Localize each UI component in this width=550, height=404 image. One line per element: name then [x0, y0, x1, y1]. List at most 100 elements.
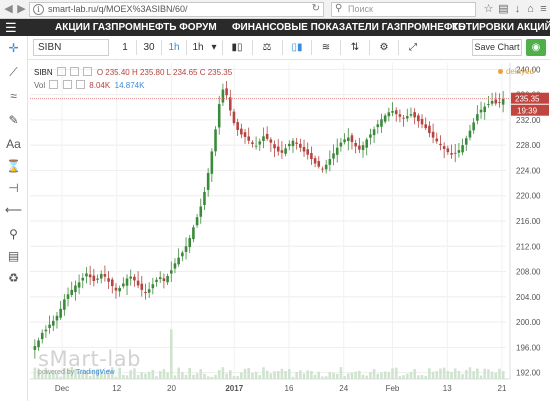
- reload-icon[interactable]: ↻: [312, 3, 320, 14]
- search-box[interactable]: ⚲ Поиск: [331, 2, 476, 17]
- volume-bar: [498, 368, 501, 379]
- back-icon[interactable]: ◀: [2, 3, 15, 16]
- divider: [136, 40, 137, 55]
- candle-body: [103, 274, 107, 277]
- trash-icon[interactable]: ♻: [0, 268, 27, 288]
- volume-legend: Vol 8.04K 14.874K: [34, 80, 144, 90]
- menu-icon[interactable]: ≡: [537, 3, 550, 16]
- candle-body: [391, 111, 394, 113]
- divider: [340, 40, 341, 55]
- volume-bars-icon[interactable]: ▤: [0, 246, 27, 266]
- fib-icon[interactable]: ≈: [0, 86, 27, 106]
- text-icon[interactable]: Aa: [0, 134, 27, 154]
- candle-body: [461, 145, 464, 153]
- candle-body: [343, 139, 346, 143]
- candle-body: [483, 106, 487, 113]
- volume-bar: [487, 369, 490, 379]
- save-chart-button[interactable]: Save Chart: [472, 39, 522, 56]
- volume-bar: [251, 372, 254, 379]
- pattern-icon[interactable]: ⌛: [0, 156, 27, 176]
- interval-1h-active[interactable]: 1h: [163, 39, 185, 56]
- download-icon[interactable]: ↓: [511, 3, 524, 16]
- candle-body: [358, 145, 361, 150]
- legend-hide-icon[interactable]: [70, 67, 80, 76]
- reading-list-icon[interactable]: ▤: [497, 3, 510, 16]
- candle-body: [48, 324, 51, 328]
- volume-bar: [269, 373, 273, 379]
- volume-bar: [166, 372, 169, 379]
- nav-link-forum[interactable]: АКЦИИ ГАЗПРОМНЕФТЬ ФОРУМ: [55, 19, 217, 36]
- candle-body: [299, 143, 302, 148]
- volume-bar: [328, 372, 332, 379]
- candle-body: [398, 114, 402, 117]
- measure-icon[interactable]: ⊣: [0, 178, 27, 198]
- templates-icon[interactable]: ⇅: [344, 39, 366, 56]
- powered-by: powered by TradingView: [38, 369, 115, 376]
- candle-body: [96, 278, 99, 280]
- chart-area[interactable]: 192.00 196.00 200.00 204.00 208.00 212.00 216.…: [28, 61, 550, 401]
- legend-close-icon[interactable]: [83, 67, 93, 76]
- volume-hide-icon[interactable]: [62, 80, 72, 89]
- arrow-left-icon[interactable]: ⟵: [0, 200, 27, 220]
- y-tick-label: 192.00: [516, 369, 541, 378]
- candle-body: [402, 117, 405, 119]
- candle-body: [228, 97, 232, 111]
- volume-bar: [195, 373, 199, 379]
- bar-chart-icon[interactable]: ▮▯: [226, 39, 248, 56]
- candle-body: [383, 115, 387, 122]
- volume-bar: [299, 370, 302, 379]
- interval-30[interactable]: 30: [138, 39, 160, 56]
- volume-settings-icon[interactable]: [49, 80, 59, 89]
- volume-bar: [177, 367, 180, 379]
- interval-dropdown-icon[interactable]: ▾: [208, 39, 220, 56]
- candle-body: [147, 289, 151, 293]
- candle-body: [177, 257, 180, 265]
- address-bar[interactable]: i smart-lab.ru/q/MOEX%3ASIBN/60/ ↻: [29, 2, 324, 17]
- nav-link-quotes[interactable]: КОТИРОВКИ АКЦИЙ: [452, 19, 550, 36]
- volume-bar: [59, 376, 62, 379]
- fullscreen-icon[interactable]: ⤢: [402, 39, 424, 56]
- hamburger-icon[interactable]: ☰: [5, 19, 17, 36]
- candle-body: [328, 159, 332, 165]
- candle-body: [221, 89, 225, 103]
- x-tick-label: Dec: [55, 384, 69, 393]
- brush-icon[interactable]: ✎: [0, 110, 27, 130]
- search-placeholder: Поиск: [348, 4, 373, 14]
- volume-bar: [501, 371, 505, 379]
- legend-settings-icon[interactable]: [56, 67, 66, 76]
- volume-bar: [114, 376, 118, 379]
- symbol-input[interactable]: SIBN: [33, 39, 109, 56]
- zoom-icon[interactable]: ⚲: [0, 224, 27, 244]
- volume-bar: [310, 370, 313, 379]
- candle-body: [125, 278, 129, 286]
- nav-link-financials[interactable]: ФИНАНСОВЫЕ ПОКАЗАТЕЛИ ГАЗПРОМНЕФТЬ: [232, 19, 465, 36]
- volume-bar: [151, 369, 155, 379]
- candle-body: [77, 282, 81, 288]
- volume-bar: [122, 374, 125, 379]
- forward-icon[interactable]: ▶: [15, 3, 28, 16]
- address-text[interactable]: smart-lab.ru/q/MOEX%3ASIBN/60/: [48, 4, 188, 14]
- y-tick-label: 228.00: [516, 141, 541, 150]
- home-icon[interactable]: ⌂: [524, 3, 537, 16]
- volume-close-icon[interactable]: [75, 80, 85, 89]
- camera-icon[interactable]: ◉: [526, 39, 546, 56]
- interval-1h[interactable]: 1h: [188, 39, 208, 56]
- trend-line-icon[interactable]: ⟋: [0, 62, 27, 82]
- candle-body: [457, 150, 461, 153]
- candles-icon[interactable]: ▯▮: [286, 39, 308, 56]
- star-icon[interactable]: ☆: [482, 3, 495, 16]
- volume-bar: [457, 371, 461, 379]
- interval-1[interactable]: 1: [115, 39, 135, 56]
- volume-bar: [280, 368, 284, 379]
- candle-body: [217, 104, 221, 128]
- compare-icon[interactable]: ⚖: [256, 39, 278, 56]
- info-icon[interactable]: i: [33, 4, 44, 15]
- indicators-icon[interactable]: ≋: [315, 39, 337, 56]
- site-nav: ☰ АКЦИИ ГАЗПРОМНЕФТЬ ФОРУМ ФИНАНСОВЫЕ ПО…: [0, 19, 550, 36]
- candle-body: [254, 145, 258, 147]
- settings-icon[interactable]: ⚙: [373, 39, 395, 56]
- volume-bar: [417, 375, 420, 379]
- tradingview-link[interactable]: TradingView: [76, 369, 115, 376]
- crosshair-icon[interactable]: ✛: [0, 38, 27, 58]
- candle-body: [114, 287, 118, 291]
